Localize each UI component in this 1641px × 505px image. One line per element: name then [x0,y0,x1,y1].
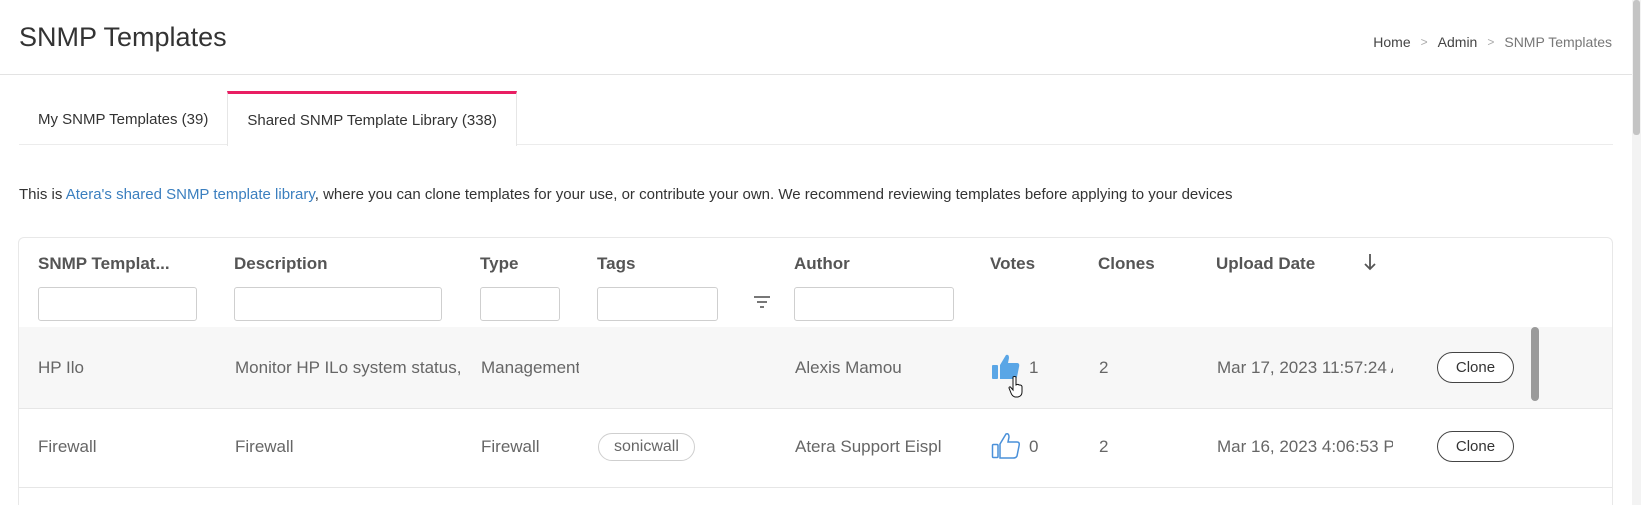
tab-my-snmp-templates[interactable]: My SNMP Templates (39) [19,91,227,145]
breadcrumb-current: SNMP Templates [1504,34,1612,50]
tab-shared-snmp-library[interactable]: Shared SNMP Template Library (338) [227,91,517,146]
column-header-author[interactable]: Author [794,254,850,274]
column-header-votes[interactable]: Votes [990,254,1035,274]
intro-suffix: , where you can clone templates for your… [314,186,1233,203]
column-header-name[interactable]: SNMP Templat... [38,254,170,274]
thumbs-up-outline-icon[interactable] [990,430,1022,462]
clone-button[interactable]: Clone [1437,352,1514,383]
vote-count: 0 [1029,437,1039,456]
breadcrumb-separator: > [1420,35,1428,49]
hand-pointer-cursor-icon [1008,376,1023,398]
filter-author-input[interactable] [794,287,954,321]
column-header-upload-date[interactable]: Upload Date [1216,254,1315,274]
cell-clones: 2 [1099,358,1109,377]
column-header-tags[interactable]: Tags [597,254,635,274]
table-row[interactable]: HP Ilo Monitor HP ILo system status, Man… [19,327,1612,409]
tag-chip[interactable]: sonicwall [598,433,695,461]
cell-upload-date: Mar 16, 2023 4:06:53 PM [1217,437,1393,456]
table-header: SNMP Templat... Description Type Tags Au… [19,238,1612,341]
page-scrollbar-thumb[interactable] [1633,0,1640,135]
page: SNMP Templates Home > Admin > SNMP Templ… [0,0,1641,505]
tab-bar: My SNMP Templates (39) Shared SNMP Templ… [19,91,1613,146]
templates-table: SNMP Templat... Description Type Tags Au… [18,237,1613,505]
cell-author: Alexis Mamou [795,358,902,377]
cell-type: Management [481,358,579,377]
breadcrumb-admin[interactable]: Admin [1438,34,1478,50]
cell-description: Firewall [235,437,294,456]
shared-library-link[interactable]: Atera's shared SNMP template library [66,186,315,203]
breadcrumb: Home > Admin > SNMP Templates [1373,34,1612,50]
table-row[interactable]: Firewall Firewall Firewall sonicwall Ate… [19,406,1612,488]
column-header-description[interactable]: Description [234,254,328,274]
filter-type-input[interactable] [480,287,560,321]
page-title: SNMP Templates [19,22,227,52]
cell-type: Firewall [481,437,540,456]
filter-name-input[interactable] [38,287,197,321]
column-header-type[interactable]: Type [480,254,518,274]
cell-name: HP Ilo [38,358,84,377]
cell-name: Firewall [38,437,97,456]
table-scrollbar-thumb[interactable] [1531,327,1539,401]
vote-count: 1 [1029,358,1039,377]
page-header: SNMP Templates Home > Admin > SNMP Templ… [0,0,1632,75]
sort-descending-icon[interactable] [1362,251,1378,273]
intro-text: This is Atera's shared SNMP template lib… [19,186,1232,203]
filter-lines-icon[interactable] [752,292,772,312]
cell-clones: 2 [1099,437,1109,456]
intro-prefix: This is [19,186,66,203]
cell-tags: sonicwall [598,406,758,488]
cell-description: Monitor HP ILo system status, [235,358,461,377]
clone-button[interactable]: Clone [1437,431,1514,462]
filter-tags-input[interactable] [597,287,718,321]
cell-author: Atera Support Eispl [795,437,942,456]
page-scrollbar[interactable] [1632,0,1641,505]
column-header-clones[interactable]: Clones [1098,254,1155,274]
cell-upload-date: Mar 17, 2023 11:57:24 A [1217,358,1393,377]
breadcrumb-home[interactable]: Home [1373,34,1410,50]
filter-description-input[interactable] [234,287,442,321]
breadcrumb-separator: > [1487,35,1495,49]
